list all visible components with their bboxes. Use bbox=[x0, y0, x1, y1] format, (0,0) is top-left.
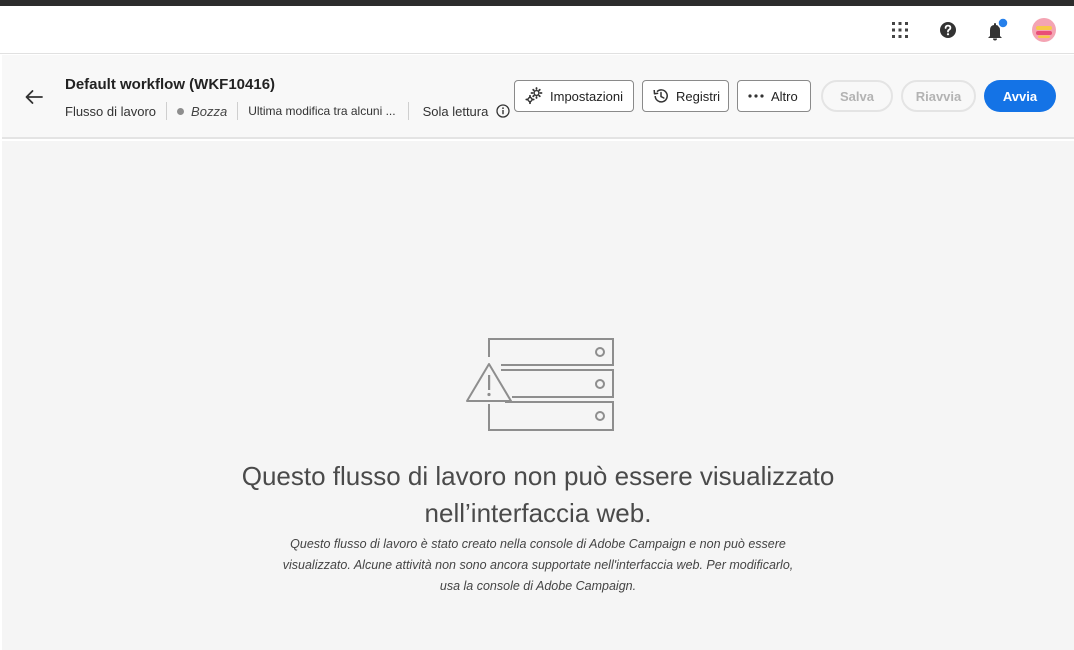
bell-icon[interactable] bbox=[980, 6, 1012, 54]
divider bbox=[237, 102, 239, 120]
arrow-left-icon bbox=[25, 90, 43, 104]
last-modified: Ultima modifica tra alcuni ... bbox=[248, 104, 396, 118]
server-warning-illustration bbox=[466, 338, 614, 431]
workflow-canvas: Questo flusso di lavoro non può essere v… bbox=[2, 141, 1074, 650]
logs-button[interactable]: Registri bbox=[642, 80, 729, 112]
logs-button-label: Registri bbox=[676, 88, 721, 104]
apps-grid-icon[interactable] bbox=[884, 6, 916, 54]
more-button[interactable]: Altro bbox=[737, 80, 811, 112]
avatar[interactable] bbox=[1028, 6, 1060, 54]
workflow-meta: Flusso di lavoro Bozza Ultima modifica t… bbox=[65, 101, 510, 121]
more-icon bbox=[747, 93, 765, 99]
back-button[interactable] bbox=[20, 83, 48, 111]
info-icon[interactable] bbox=[496, 104, 510, 118]
workflow-type: Flusso di lavoro bbox=[65, 103, 157, 119]
status-badge: Bozza bbox=[191, 103, 228, 119]
empty-state-description: Questo flusso di lavoro è stato creato n… bbox=[2, 534, 1074, 597]
divider bbox=[407, 102, 409, 120]
empty-state-title-line: Questo flusso di lavoro non può essere v… bbox=[241, 461, 835, 491]
start-button[interactable]: Avvia bbox=[984, 80, 1056, 112]
restart-button[interactable]: Riavvia bbox=[901, 80, 976, 112]
gears-icon bbox=[524, 87, 544, 105]
status-dot-icon bbox=[177, 107, 185, 115]
help-icon[interactable] bbox=[932, 6, 964, 54]
empty-state-description-line: usa la console di Adobe Campaign. bbox=[439, 579, 637, 593]
shell-bar bbox=[0, 6, 1074, 54]
divider bbox=[166, 102, 168, 120]
settings-button-label: Impostazioni bbox=[550, 88, 623, 104]
empty-state-description-line: Questo flusso di lavoro è stato creato n… bbox=[290, 537, 786, 551]
more-button-label: Altro bbox=[771, 88, 798, 104]
page-title: Default workflow (WKF10416) bbox=[65, 76, 276, 93]
settings-button[interactable]: Impostazioni bbox=[514, 80, 634, 112]
empty-state-title: Questo flusso di lavoro non può essere v… bbox=[2, 458, 1074, 532]
workflow-header: Default workflow (WKF10416) Flusso di la… bbox=[2, 55, 1074, 139]
history-icon bbox=[652, 87, 670, 105]
readonly-label: Sola lettura bbox=[422, 103, 489, 119]
empty-state-title-line: nell’interfaccia web. bbox=[424, 498, 652, 528]
save-button[interactable]: Salva bbox=[821, 80, 893, 112]
empty-state-description-line: visualizzato. Alcune attività non sono a… bbox=[282, 558, 794, 572]
